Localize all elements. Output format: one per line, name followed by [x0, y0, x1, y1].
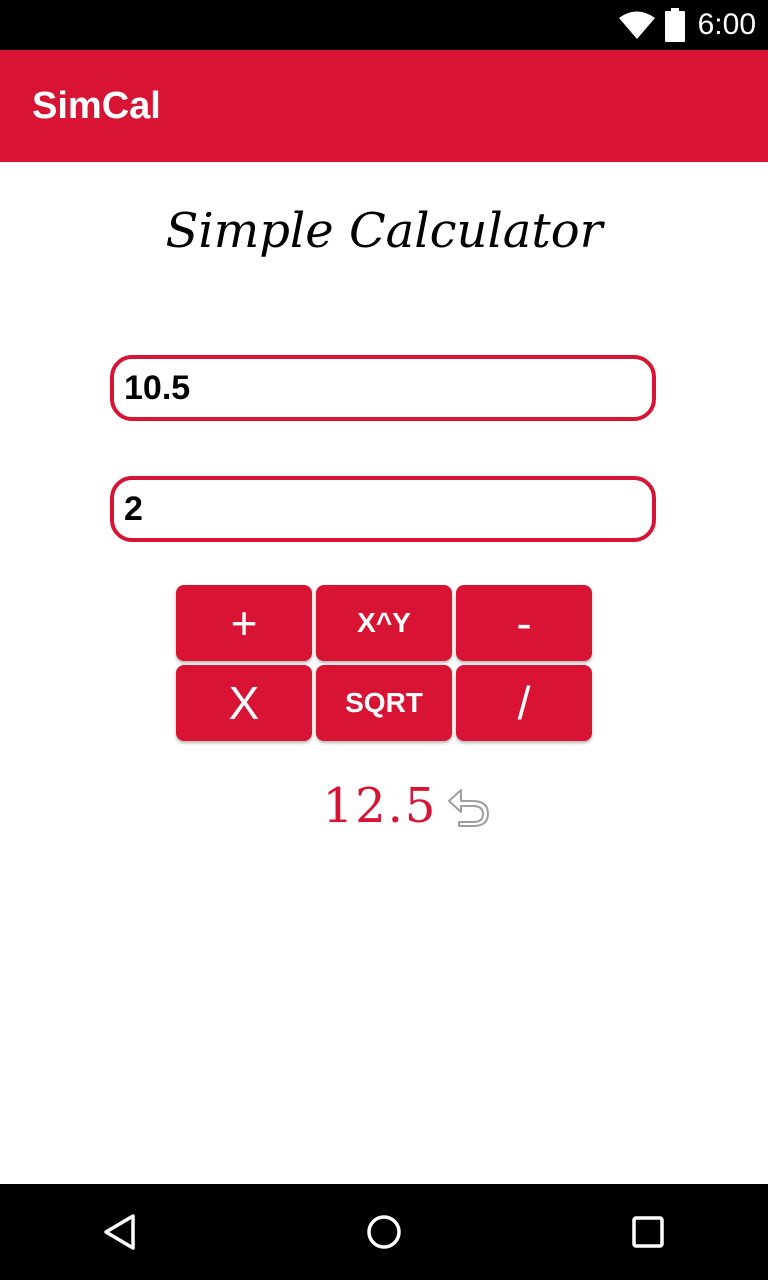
sqrt-button[interactable]: SQRT [316, 665, 452, 741]
second-number-value: 2 [124, 489, 143, 528]
divide-button[interactable]: / [456, 665, 592, 741]
status-bar: 6:00 [0, 0, 768, 50]
multiply-button[interactable]: X [176, 665, 312, 741]
result-value: 12.5 [322, 778, 438, 834]
second-number-field[interactable]: 2 [110, 476, 656, 542]
subtract-button[interactable]: - [456, 585, 592, 661]
power-button[interactable]: X^Y [316, 585, 452, 661]
wifi-icon [618, 11, 655, 39]
app-bar: SimCal [0, 50, 768, 162]
result-row: 12.5 [0, 774, 768, 838]
navigation-bar [0, 1184, 768, 1280]
undo-icon[interactable] [445, 784, 493, 828]
status-time: 6:00 [697, 8, 756, 41]
back-icon[interactable] [96, 1208, 144, 1256]
page-heading: Simple Calculator [165, 203, 603, 259]
first-number-value: 10.5 [124, 368, 191, 407]
add-button[interactable]: + [176, 585, 312, 661]
first-number-field[interactable]: 10.5 [110, 355, 656, 421]
recent-apps-icon[interactable] [624, 1208, 672, 1256]
battery-icon [664, 8, 685, 42]
home-icon[interactable] [360, 1208, 408, 1256]
status-icons: 6:00 [618, 0, 756, 50]
app-title: SimCal [32, 85, 161, 127]
